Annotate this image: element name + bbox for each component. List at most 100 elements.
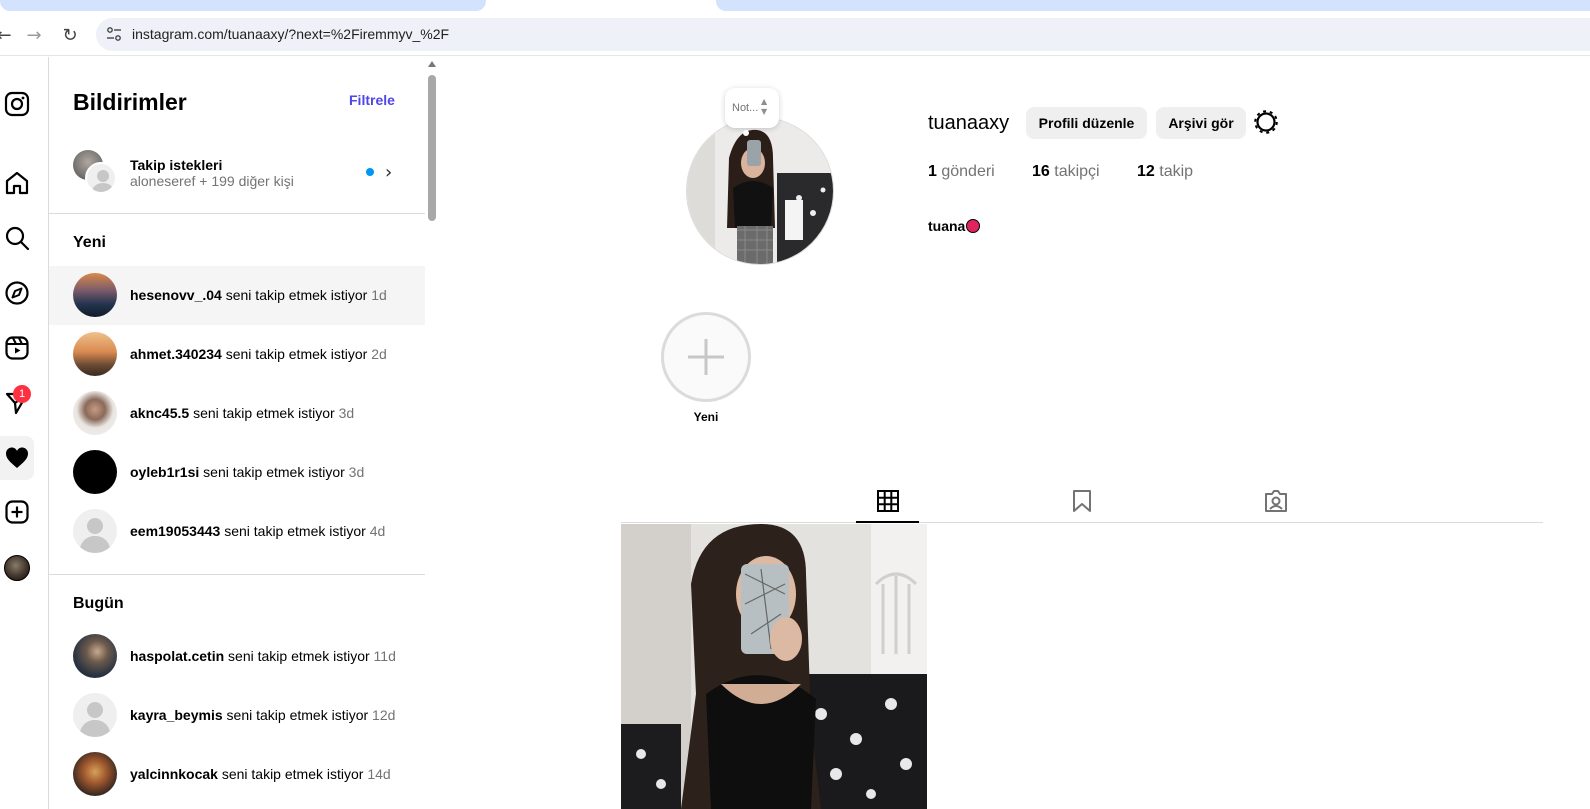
notification-username[interactable]: yalcinnkocak: [130, 766, 218, 782]
unread-dot: [366, 168, 374, 176]
back-arrow-icon[interactable]: ←: [0, 23, 16, 47]
notification-text: seni takip etmek istiyor: [193, 405, 335, 421]
notification-time: 3d: [338, 405, 355, 421]
notification-time: 2d: [371, 346, 387, 362]
chevron-right-icon: ›: [385, 162, 393, 183]
notifications-heart-icon[interactable]: [0, 436, 34, 480]
notification-text: seni takip etmek istiyor: [225, 287, 368, 303]
notification-text: seni takip etmek istiyor: [228, 648, 370, 664]
notification-time: 4d: [369, 523, 386, 539]
profile-avatar-icon[interactable]: [0, 546, 34, 590]
notification-username[interactable]: haspolat.cetin: [130, 648, 224, 664]
notification-row[interactable]: yalcinnkocak seni takip etmek istiyor 14…: [49, 745, 425, 804]
view-archive-button[interactable]: Arşivi gör: [1156, 107, 1246, 139]
url-text[interactable]: instagram.com/tuanaaxy/?next=%2Firemmyv_…: [132, 26, 449, 42]
angry-face-emoji-icon: [966, 219, 981, 233]
tagged-tab-icon[interactable]: [1264, 489, 1288, 513]
followers-count[interactable]: 16 takipçi: [1032, 163, 1100, 181]
note-stepper-icon: ▲ ▼: [761, 97, 768, 116]
saved-bookmark-tab-icon[interactable]: [1070, 489, 1094, 513]
section-title-bugun: Bugün: [73, 595, 124, 612]
profile-full-name: tuana: [928, 218, 981, 234]
notification-row[interactable]: haspolat.cetin seni takip etmek istiyor …: [49, 627, 425, 686]
active-tab-indicator: [856, 521, 919, 523]
notification-text: seni takip etmek istiyor: [225, 346, 368, 362]
divider: [49, 574, 425, 575]
notifications-panel: Bildirimler Filtrele Takip istekleri alo…: [49, 57, 440, 809]
create-plus-icon[interactable]: [0, 490, 34, 534]
notification-row[interactable]: aknc45.5 seni takip etmek istiyor 3d: [49, 384, 425, 443]
filter-button[interactable]: Filtrele: [349, 92, 395, 108]
notification-time: 1d: [371, 287, 387, 303]
notification-time: 14d: [367, 766, 391, 782]
scrollbar-thumb[interactable]: [428, 75, 436, 221]
new-highlight-button[interactable]: [661, 312, 751, 402]
user-avatar[interactable]: [73, 450, 117, 494]
user-avatar[interactable]: [73, 752, 117, 796]
notification-time: 11d: [373, 648, 396, 664]
notification-username[interactable]: ahmet.340234: [130, 346, 222, 362]
panel-scrollbar[interactable]: [425, 57, 440, 809]
new-highlight-label: Yeni: [693, 410, 719, 424]
notification-text: seni takip etmek istiyor: [226, 707, 369, 723]
note-text[interactable]: Not...: [732, 102, 758, 114]
notification-text: seni takip etmek istiyor: [203, 464, 345, 480]
plus-icon: [688, 339, 724, 375]
posts-count: 1 gönderi: [928, 163, 995, 180]
messages-badge: 1: [13, 385, 31, 403]
user-avatar[interactable]: [73, 391, 117, 435]
sidebar-rail: 1: [0, 57, 49, 809]
site-settings-icon[interactable]: [106, 26, 122, 42]
notification-time: 12d: [372, 707, 396, 723]
follow-requests-row[interactable]: Takip istekleri aloneseref + 199 diğer k…: [49, 145, 425, 211]
browser-tab-active[interactable]: [716, 0, 1590, 11]
notification-row[interactable]: oyleb1r1si seni takip etmek istiyor 3d: [49, 443, 425, 502]
search-icon[interactable]: [0, 216, 34, 260]
divider: [49, 213, 425, 214]
section-title-yeni: Yeni: [73, 234, 106, 251]
note-bubble[interactable]: Not... ▲ ▼: [725, 88, 779, 128]
gear-icon[interactable]: [1253, 109, 1279, 135]
explore-compass-icon[interactable]: [0, 271, 34, 315]
panel-title: Bildirimler: [73, 89, 187, 115]
user-avatar[interactable]: [73, 273, 117, 317]
notification-row[interactable]: ahmet.340234 seni takip etmek istiyor 2d: [49, 325, 425, 384]
default-avatar-icon[interactable]: [73, 693, 117, 737]
instagram-logo-icon[interactable]: [0, 82, 34, 126]
reload-icon[interactable]: ↻: [58, 23, 82, 47]
user-avatar[interactable]: [73, 634, 117, 678]
notification-username[interactable]: eem19053443: [130, 523, 220, 539]
follow-requests-subtitle: aloneseref + 199 diğer kişi: [130, 173, 294, 189]
notification-row[interactable]: kayra_beymis seni takip etmek istiyor 12…: [49, 686, 425, 745]
follow-requests-title: Takip istekleri: [130, 157, 223, 173]
browser-toolbar: ← → ↻ instagram.com/tuanaaxy/?next=%2Fir…: [0, 14, 1590, 56]
following-count[interactable]: 12 takip: [1137, 163, 1193, 181]
address-bar[interactable]: instagram.com/tuanaaxy/?next=%2Firemmyv_…: [96, 18, 1590, 51]
grid-posts-tab-icon[interactable]: [876, 489, 900, 513]
browser-tab-strip: [0, 0, 1590, 14]
notification-username[interactable]: hesenovv_.04: [130, 287, 222, 303]
scroll-up-arrow-icon[interactable]: [428, 61, 436, 67]
reels-icon[interactable]: [0, 326, 34, 370]
notification-username[interactable]: aknc45.5: [130, 405, 189, 421]
profile-picture[interactable]: [686, 117, 834, 265]
post-thumbnail[interactable]: [621, 524, 927, 809]
notification-row[interactable]: hesenovv_.04 seni takip etmek istiyor 1d: [49, 266, 425, 325]
note-tail: [743, 130, 749, 136]
profile-username: tuanaaxy: [928, 112, 1010, 134]
notification-text: seni takip etmek istiyor: [224, 523, 366, 539]
notification-username[interactable]: kayra_beymis: [130, 707, 223, 723]
user-avatar[interactable]: [73, 332, 117, 376]
edit-profile-button[interactable]: Profili düzenle: [1026, 107, 1147, 139]
notification-time: 3d: [348, 464, 365, 480]
home-icon[interactable]: [0, 161, 34, 205]
notification-text: seni takip etmek istiyor: [221, 766, 364, 782]
browser-tab[interactable]: [0, 0, 486, 11]
notification-row[interactable]: eem19053443 seni takip etmek istiyor 4d: [49, 502, 425, 561]
forward-arrow-icon[interactable]: →: [22, 23, 46, 47]
follow-requests-avatar: [73, 150, 117, 194]
notification-username[interactable]: oyleb1r1si: [130, 464, 199, 480]
messages-icon[interactable]: 1: [0, 381, 34, 425]
default-avatar-icon[interactable]: [73, 509, 117, 553]
tabs-divider: [621, 522, 1543, 523]
